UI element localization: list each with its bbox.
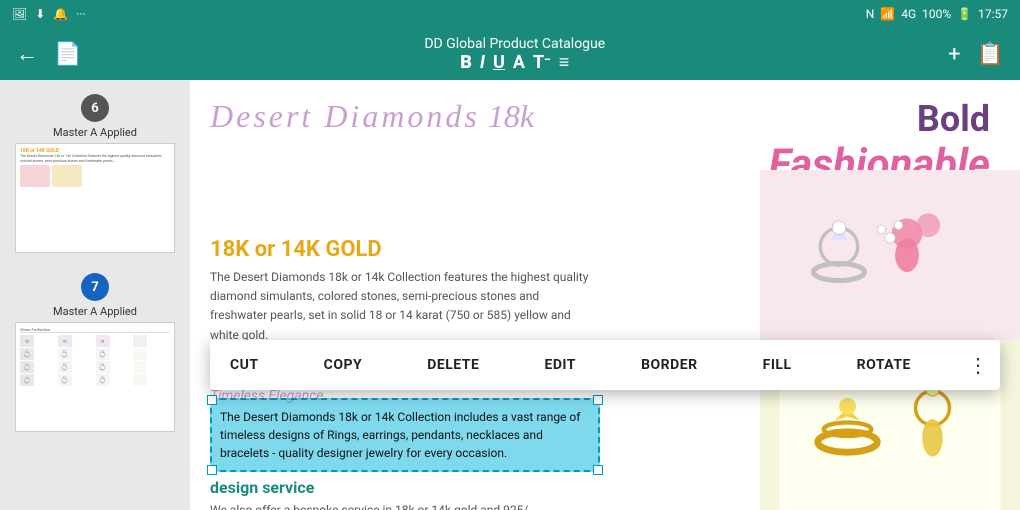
bell-icon: 🔔: [53, 7, 68, 21]
thumb7-cell: [133, 348, 147, 360]
context-menu: CUT COPY DELETE EDIT BORDER FILL ROTATE …: [210, 340, 1000, 390]
thumb7-cell: 💍: [58, 374, 72, 386]
battery-level: 100%: [922, 7, 951, 21]
dd-title: Desert Diamonds: [210, 98, 480, 134]
page-6-thumbnail: 18K or 14K GOLD The Desert Diamonds 18k …: [15, 143, 175, 253]
thumb6-img1: [20, 165, 50, 187]
thumb7-cell: [133, 335, 147, 347]
photo-icon: 🖼: [12, 7, 27, 21]
bold-text: Bold: [769, 98, 990, 140]
page-7-badge: 7: [81, 273, 109, 301]
resize-handle-tl[interactable]: [207, 395, 217, 405]
doc-title: DD Global Product Catalogue: [424, 36, 605, 52]
bold-button[interactable]: B: [460, 52, 472, 73]
clock: 17:57: [978, 7, 1008, 21]
delete-button[interactable]: DELETE: [419, 357, 487, 373]
border-button[interactable]: BORDER: [633, 357, 706, 373]
sidebar: 6 Master A Applied 18K or 14K GOLD The D…: [0, 80, 190, 510]
thumb7-cell: 💍: [96, 361, 110, 373]
dd-title-area: Desert Diamonds18k: [210, 98, 534, 227]
doc-page: Desert Diamonds18k Bold Fashionable Qual…: [190, 80, 1020, 510]
thumb7-cell: 💍: [20, 361, 34, 373]
page-6-badge: 6: [81, 94, 109, 122]
gold-description: The Desert Diamonds 18k or 14k Collectio…: [210, 268, 590, 345]
add-button[interactable]: +: [948, 42, 960, 67]
format-bar: B I U A T⁻ ≡: [460, 52, 569, 73]
fill-button[interactable]: FILL: [755, 357, 800, 373]
main-content: 6 Master A Applied 18K or 14K GOLD The D…: [0, 80, 1020, 510]
menu-button[interactable]: ≡: [559, 52, 570, 73]
selected-textbox[interactable]: The Desert Diamonds 18k or 14k Collectio…: [210, 398, 600, 472]
selected-text-content: The Desert Diamonds 18k or 14k Collectio…: [220, 410, 580, 460]
thumb7-cell: ○: [20, 335, 34, 347]
thumb7-cell: 💍: [20, 348, 34, 360]
signal-icon: 4G: [901, 7, 916, 21]
thumb7-cell: [133, 361, 147, 373]
status-left-icons: 🖼 ⬇ 🔔 ···: [12, 7, 86, 21]
status-bar: 🖼 ⬇ 🔔 ··· N 📶 4G 100% 🔋 17:57: [0, 0, 1020, 28]
thumb7-cell: 💍: [96, 374, 110, 386]
jewelry-top-image: [760, 170, 1020, 340]
page-7-label: Master A Applied: [53, 305, 137, 318]
toolbar-center: DD Global Product Catalogue B I U A T⁻ ≡: [424, 36, 605, 73]
jewelry-top-svg: [760, 170, 1020, 340]
edit-button[interactable]: EDIT: [536, 357, 584, 373]
cut-button[interactable]: CUT: [222, 357, 267, 373]
text-format-button[interactable]: T⁻: [533, 52, 551, 73]
thumb7-cell: 💍: [58, 361, 72, 373]
page-7-thumb[interactable]: 7 Master A Applied Sheer Perfection ○ ○ …: [0, 267, 190, 438]
page-7-thumbnail: Sheer Perfection ○ ○ ○ 💍 💍 💍 💍: [15, 322, 175, 432]
more-options-button[interactable]: ⋮: [968, 353, 988, 377]
thumb7-cell: 💍: [20, 374, 34, 386]
page-6-label: Master A Applied: [53, 126, 137, 139]
thumb7-cell: 💍: [96, 348, 110, 360]
italic-button[interactable]: I: [480, 52, 485, 73]
back-button[interactable]: ←: [16, 41, 38, 67]
thumb7-cell: 💍: [58, 348, 72, 360]
strikethrough-button[interactable]: A: [513, 52, 525, 73]
thumb6-text: The Desert Diamonds 18k or 14k Collectio…: [20, 154, 170, 163]
doc-area: Desert Diamonds18k Bold Fashionable Qual…: [190, 80, 1020, 510]
edit-icon[interactable]: 📋: [977, 42, 1004, 67]
battery-icon: 🔋: [957, 7, 972, 21]
thumb7-title: Sheer Perfection: [20, 327, 170, 333]
download-icon: ⬇: [35, 7, 45, 21]
dd-18k: 18k: [488, 98, 534, 134]
thumb7-cell: ○: [96, 335, 110, 347]
thumb7-cell: ○: [58, 335, 72, 347]
status-right-icons: N 📶 4G 100% 🔋 17:57: [866, 7, 1008, 21]
page-6-thumb[interactable]: 6 Master A Applied 18K or 14K GOLD The D…: [0, 88, 190, 259]
thumb6-img2: [52, 165, 82, 187]
rotate-button[interactable]: ROTATE: [849, 357, 919, 373]
underline-button[interactable]: U: [493, 52, 505, 73]
toolbar-left: ← 📄: [16, 41, 81, 67]
resize-handle-tr[interactable]: [593, 395, 603, 405]
design-service-text: We also offer a bespoke service in 18k o…: [210, 501, 550, 510]
more-icon: ···: [76, 7, 85, 21]
wifi-icon: 📶: [880, 7, 895, 21]
toolbar-right: + 📋: [948, 42, 1004, 67]
nfc-label: N: [866, 7, 875, 21]
toolbar: ← 📄 DD Global Product Catalogue B I U A …: [0, 28, 1020, 80]
resize-handle-bl[interactable]: [207, 465, 217, 475]
resize-handle-br[interactable]: [593, 465, 603, 475]
copy-button[interactable]: COPY: [316, 357, 371, 373]
doc-icon[interactable]: 📄: [54, 42, 81, 67]
thumb7-cell: [133, 374, 147, 386]
gold-title: 18K or 14K GOLD: [210, 237, 382, 262]
